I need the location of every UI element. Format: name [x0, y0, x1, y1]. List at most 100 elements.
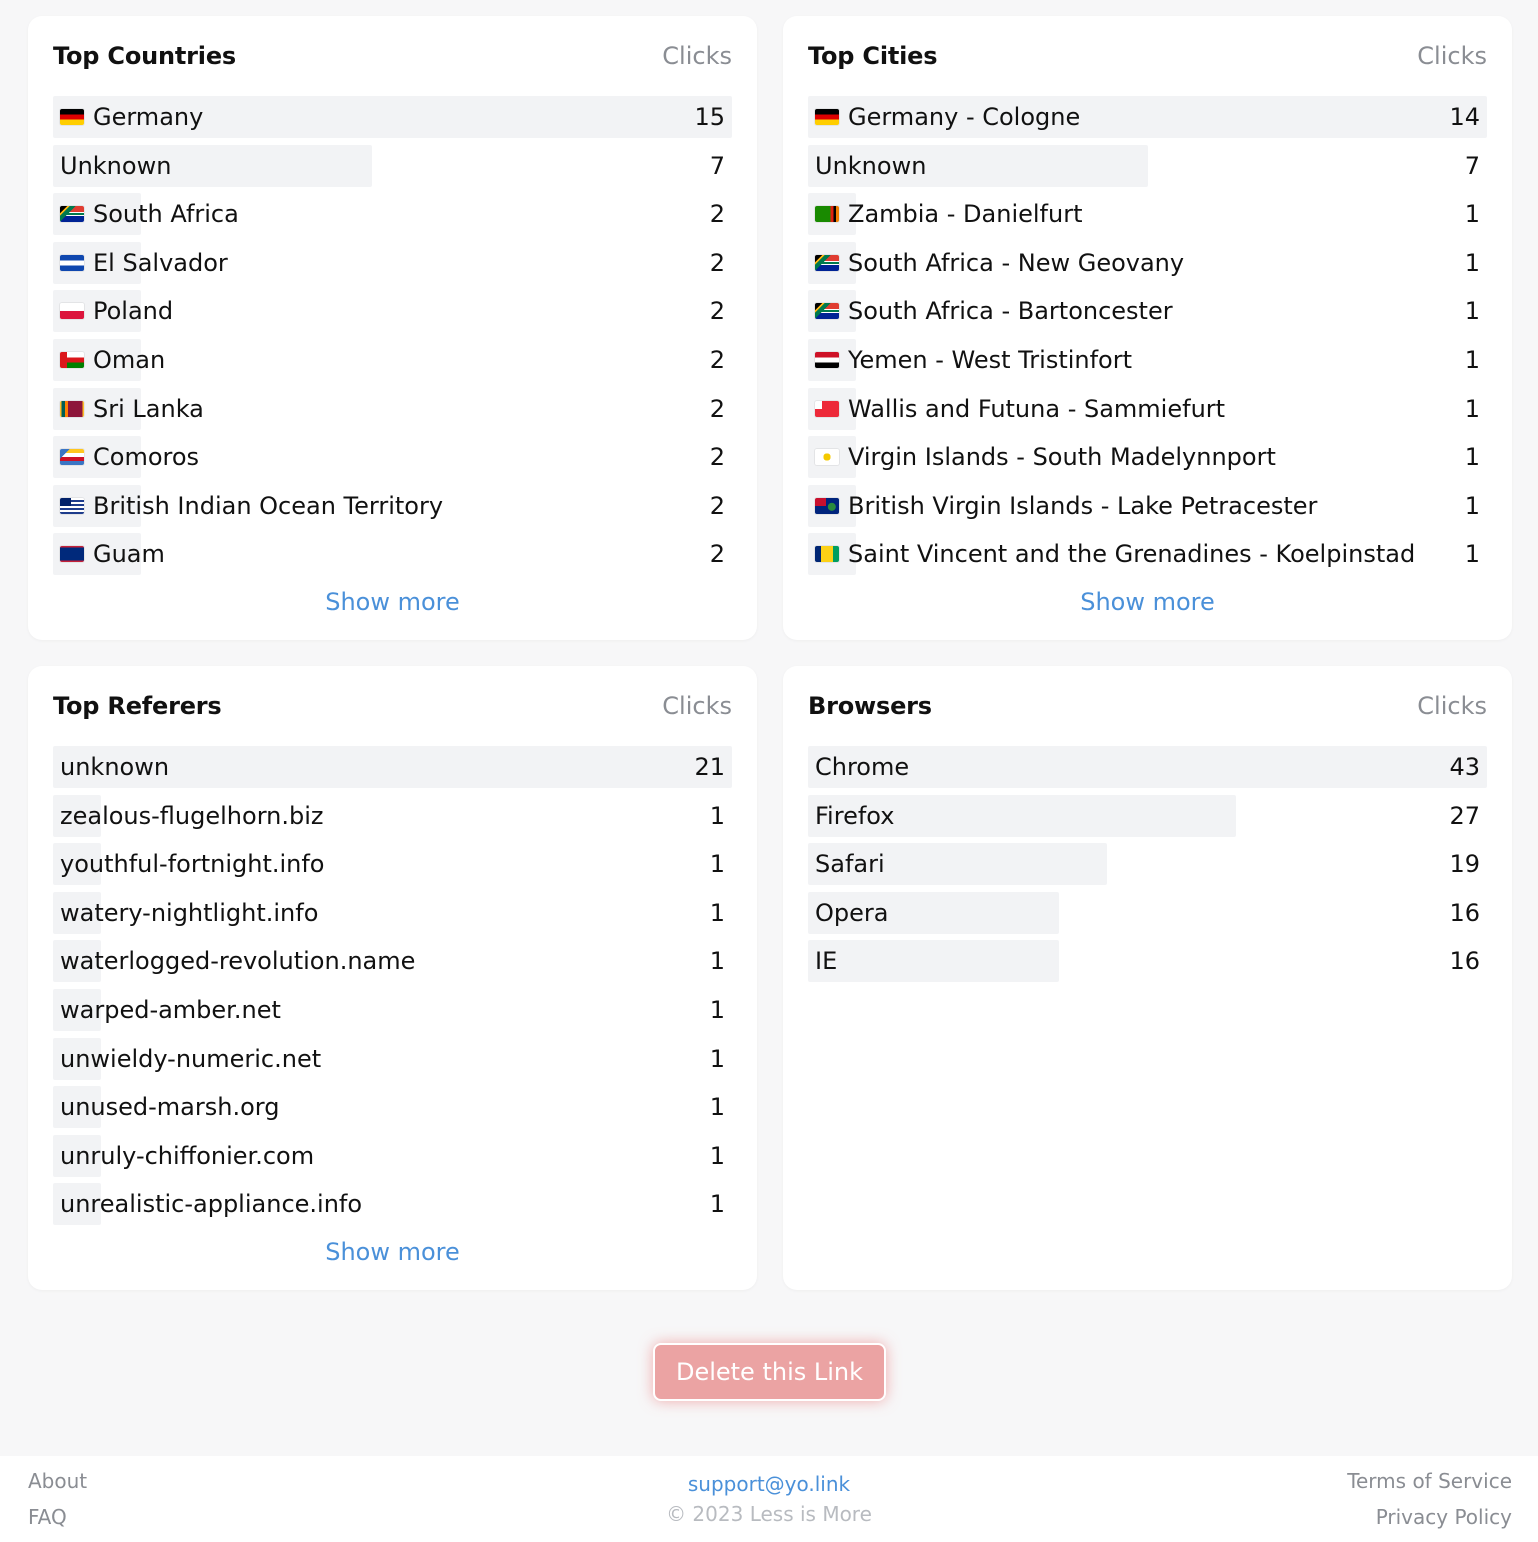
list-item-label: Virgin Islands - South Madelynnport — [848, 443, 1276, 472]
list-item-count: 1 — [709, 1044, 725, 1073]
list-item-label: zealous-flugelhorn.biz — [60, 801, 324, 830]
list-item-label: Chrome — [815, 753, 910, 781]
list-item-label: Zambia - Danielfurt — [848, 200, 1083, 229]
list-item: Virgin Islands - South Madelynnport 1 — [808, 436, 1487, 479]
list-item-count: 2 — [709, 200, 725, 229]
list-item-label: Sri Lanka — [93, 394, 204, 423]
list-item-count: 1 — [1464, 540, 1480, 569]
list-item: Saint Vincent and the Grenadines - Koelp… — [808, 533, 1487, 576]
show-more-cities-link[interactable]: Show more — [808, 588, 1487, 616]
list-item: Poland 2 — [53, 290, 732, 333]
list-item-count: 1 — [709, 898, 725, 927]
list-item: unwieldy-numeric.net 1 — [53, 1037, 732, 1080]
list-item: El Salvador 2 — [53, 241, 732, 284]
flag-sri-lanka-icon — [60, 400, 84, 417]
clicks-column-header: Clicks — [1417, 42, 1487, 70]
flag-virgin-islands-icon — [815, 449, 839, 466]
footer: About FAQ support@yo.link © 2023 Less is… — [0, 1456, 1538, 1542]
list-item-count: 1 — [709, 801, 725, 830]
flag-british-virgin-islands-icon — [815, 497, 839, 514]
list-item-count: 1 — [709, 995, 725, 1024]
list-item-label: British Indian Ocean Territory — [93, 491, 444, 520]
list-item: Firefox 27 — [808, 794, 1487, 837]
flag-guam-icon — [60, 546, 84, 563]
clicks-bar — [808, 940, 1060, 983]
top-countries-card: Top Countries Clicks Germany 15 Unknown 7 So… — [28, 16, 757, 640]
list-item: South Africa - Bartoncester 1 — [808, 290, 1487, 333]
list-item: Germany - Cologne 14 — [808, 96, 1487, 138]
list-item-label: Safari — [815, 850, 885, 879]
show-more-countries-link[interactable]: Show more — [53, 588, 732, 616]
list-item-label: Oman — [93, 345, 166, 374]
list-item-label: unwieldy-numeric.net — [60, 1044, 322, 1073]
clicks-bar — [808, 746, 1487, 788]
card-title: Browsers — [808, 692, 932, 720]
list-item: British Indian Ocean Territory 2 — [53, 484, 732, 527]
browsers-list: Chrome 43 Firefox 27 Safari 19 Opera 16 IE 16 — [808, 746, 1487, 983]
flag-zambia-icon — [815, 206, 839, 223]
clicks-column-header: Clicks — [1417, 692, 1487, 720]
list-item-count: 1 — [1464, 297, 1480, 326]
list-item: Guam 2 — [53, 533, 732, 576]
flag-el-salvador-icon — [60, 254, 84, 271]
list-item-count: 7 — [709, 151, 725, 180]
list-item: South Africa - New Geovany 1 — [808, 241, 1487, 284]
list-item-count: 21 — [694, 753, 725, 781]
list-item-label: youthful-fortnight.info — [60, 850, 325, 879]
list-item-label: Firefox — [815, 801, 895, 830]
list-item-label: warped-amber.net — [60, 995, 281, 1024]
list-item-label: Poland — [93, 297, 174, 326]
list-item: British Virgin Islands - Lake Petraceste… — [808, 484, 1487, 527]
show-more-referers-link[interactable]: Show more — [53, 1238, 732, 1266]
list-item-label: IE — [815, 947, 838, 976]
list-item-count: 1 — [1464, 491, 1480, 520]
list-item-count: 1 — [1464, 200, 1480, 229]
list-item: South Africa 2 — [53, 193, 732, 236]
list-item-count: 1 — [709, 947, 725, 976]
list-item-label: Wallis and Futuna - Sammiefurt — [848, 394, 1226, 423]
card-header: Top Countries Clicks — [53, 16, 732, 96]
list-item-count: 2 — [709, 540, 725, 569]
list-item: Zambia - Danielfurt 1 — [808, 193, 1487, 236]
countries-list: Germany 15 Unknown 7 South Africa 2 El Salvado… — [53, 96, 732, 576]
list-item-count: 1 — [709, 1093, 725, 1122]
list-item-label: unrealistic-appliance.info — [60, 1190, 363, 1219]
list-item-count: 19 — [1449, 850, 1480, 879]
flag-wallis-and-futuna-icon — [815, 400, 839, 417]
list-item-count: 16 — [1449, 947, 1480, 976]
footer-privacy-link[interactable]: Privacy Policy — [1376, 1505, 1512, 1529]
list-item-label: El Salvador — [93, 248, 228, 277]
clicks-column-header: Clicks — [662, 692, 732, 720]
list-item-label: Germany - Cologne — [848, 103, 1081, 131]
list-item-label: Unknown — [60, 151, 172, 180]
list-item: Germany 15 — [53, 96, 732, 138]
referers-list: unknown 21 zealous-flugelhorn.biz 1 youthful… — [53, 746, 732, 1226]
list-item-count: 16 — [1449, 898, 1480, 927]
list-item-label: Guam — [93, 540, 165, 569]
list-item-count: 2 — [709, 394, 725, 423]
list-item-label: Unknown — [815, 151, 927, 180]
footer-email-wrap: support@yo.link — [0, 1472, 1538, 1496]
list-item-count: 1 — [709, 1190, 725, 1219]
list-item-count: 14 — [1449, 103, 1480, 131]
list-item: Opera 16 — [808, 891, 1487, 934]
list-item-count: 27 — [1449, 801, 1480, 830]
support-email-link[interactable]: support@yo.link — [688, 1472, 850, 1496]
list-item: unruly-chiffonier.com 1 — [53, 1134, 732, 1177]
cities-list: Germany - Cologne 14 Unknown 7 Zambia - Dani… — [808, 96, 1487, 576]
card-title: Top Countries — [53, 42, 236, 70]
list-item-count: 2 — [709, 297, 725, 326]
list-item-count: 1 — [1464, 443, 1480, 472]
list-item-label: unused-marsh.org — [60, 1093, 280, 1122]
delete-link-button[interactable]: Delete this Link — [653, 1343, 886, 1401]
list-item-label: waterlogged-revolution.name — [60, 947, 416, 976]
list-item-count: 15 — [694, 103, 725, 131]
list-item-label: Yemen - West Tristinfort — [848, 345, 1133, 374]
footer-terms-link[interactable]: Terms of Service — [1347, 1469, 1512, 1493]
list-item-count: 1 — [1464, 248, 1480, 277]
copyright-text: © 2023 Less is More — [666, 1502, 872, 1526]
top-referers-card: Top Referers Clicks unknown 21 zealous-flu… — [28, 666, 757, 1290]
top-cities-card: Top Cities Clicks Germany - Cologne 14 Unk… — [783, 16, 1512, 640]
list-item: unused-marsh.org 1 — [53, 1086, 732, 1129]
card-title: Top Cities — [808, 42, 938, 70]
